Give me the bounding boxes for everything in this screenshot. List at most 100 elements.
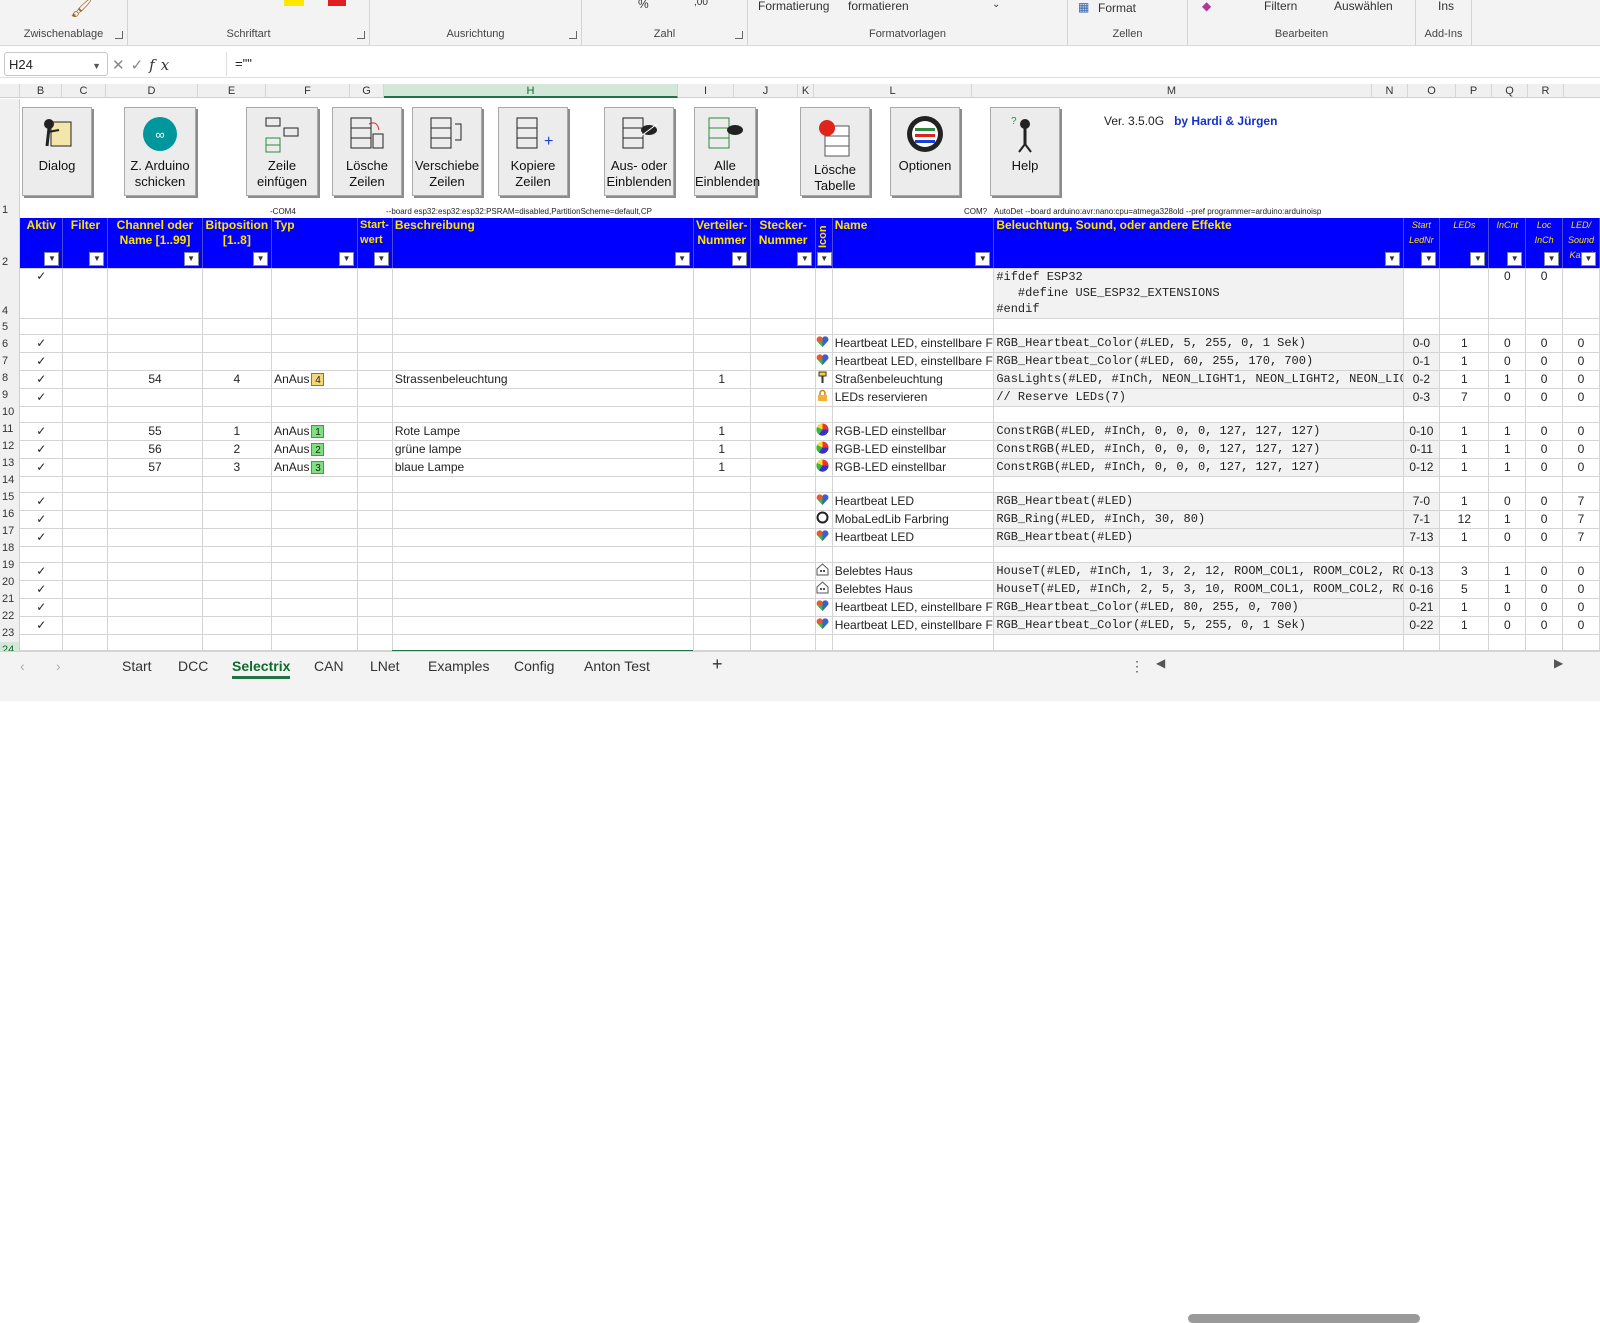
- cell-channel[interactable]: [107, 546, 203, 563]
- scroll-right-icon[interactable]: ▶: [1554, 656, 1563, 670]
- row-header[interactable]: 17: [0, 523, 20, 540]
- cell-led-sound[interactable]: [1562, 476, 1600, 493]
- cell-filter[interactable]: [62, 528, 109, 547]
- cell-start-led[interactable]: 7-0: [1403, 492, 1441, 511]
- cell-beschreibung[interactable]: [392, 510, 694, 529]
- cell-icon[interactable]: [815, 510, 833, 529]
- name-box[interactable]: H24 ▼: [4, 52, 108, 76]
- cell-leds[interactable]: 7: [1439, 388, 1490, 407]
- cell-bitposition[interactable]: [202, 616, 273, 635]
- cell-typ[interactable]: [271, 352, 359, 371]
- cell-channel[interactable]: 56: [107, 440, 203, 459]
- prev-sheet-icon[interactable]: ‹: [20, 658, 25, 674]
- cell-aktiv[interactable]: ✓: [20, 352, 64, 371]
- cell-beschreibung[interactable]: [392, 580, 694, 599]
- cell-start-led[interactable]: 0-2: [1403, 370, 1441, 389]
- cell-incnt[interactable]: 1: [1488, 458, 1527, 477]
- cell-filter[interactable]: [62, 388, 109, 407]
- cell-leds[interactable]: 1: [1439, 334, 1490, 353]
- cell-bitposition[interactable]: [202, 546, 273, 563]
- cell-aktiv[interactable]: ✓: [20, 440, 64, 459]
- cell-loc-inch[interactable]: 0: [1525, 492, 1564, 511]
- cell-bitposition[interactable]: [202, 476, 273, 493]
- cell-leds[interactable]: 1: [1439, 352, 1490, 371]
- cell-verteiler[interactable]: [693, 580, 751, 599]
- options-button[interactable]: Optionen: [890, 107, 960, 196]
- cell-bitposition[interactable]: 1: [202, 422, 273, 441]
- cell-start-led[interactable]: 0-11: [1403, 440, 1441, 459]
- cell-leds[interactable]: 3: [1439, 562, 1490, 581]
- cell-beschreibung[interactable]: [392, 528, 694, 547]
- cell-filter[interactable]: [62, 510, 109, 529]
- cell-icon[interactable]: [815, 616, 833, 635]
- cell-start-led[interactable]: 0-1: [1403, 352, 1441, 371]
- row-header[interactable]: 20: [0, 574, 20, 591]
- cell-stecker[interactable]: [750, 388, 817, 407]
- cell-startwert[interactable]: [357, 334, 393, 353]
- format-button[interactable]: Format: [1098, 1, 1136, 15]
- cell-led-sound[interactable]: 0: [1562, 422, 1600, 441]
- cell-led-sound[interactable]: 7: [1562, 528, 1600, 547]
- cell-beschreibung[interactable]: [392, 616, 694, 635]
- cell-leds[interactable]: [1439, 318, 1490, 335]
- cell-incnt[interactable]: 1: [1488, 370, 1527, 389]
- cell-led-sound[interactable]: 7: [1562, 510, 1600, 529]
- cell-bitposition[interactable]: [202, 492, 273, 511]
- cell-stecker[interactable]: [750, 616, 817, 635]
- column-header-i[interactable]: I: [678, 84, 734, 98]
- cell-beschreibung[interactable]: [392, 268, 694, 319]
- filter-dropdown-icon[interactable]: ▼: [253, 251, 269, 266]
- cell-bitposition[interactable]: 2: [202, 440, 273, 459]
- cell-aktiv[interactable]: [20, 634, 64, 651]
- select-all-corner[interactable]: [0, 84, 20, 98]
- sheet-tab[interactable]: DCC: [178, 658, 208, 674]
- cell-verteiler[interactable]: [693, 334, 751, 353]
- cell-stecker[interactable]: [750, 440, 817, 459]
- cell-aktiv[interactable]: [20, 318, 64, 335]
- cell-verteiler[interactable]: [693, 352, 751, 371]
- filter-dropdown-icon[interactable]: ▼: [797, 251, 813, 266]
- cancel-icon[interactable]: ✕: [112, 57, 131, 74]
- cell-filter[interactable]: [62, 546, 109, 563]
- cell-start-led[interactable]: 0-12: [1403, 458, 1441, 477]
- cell-name[interactable]: RGB-LED einstellbar: [832, 440, 995, 459]
- cell-leds[interactable]: 1: [1439, 616, 1490, 635]
- cell-stecker[interactable]: [750, 492, 817, 511]
- decimal-button[interactable]: ,00: [694, 0, 708, 8]
- cell-name[interactable]: LEDs reservieren: [832, 388, 995, 407]
- cell-led-sound[interactable]: 0: [1562, 388, 1600, 407]
- cell-name[interactable]: Heartbeat LED, einstellbare F: [832, 598, 995, 617]
- cell-startwert[interactable]: [357, 598, 393, 617]
- dialog-launcher-icon[interactable]: [735, 31, 743, 39]
- cell-incnt[interactable]: 0: [1488, 528, 1527, 547]
- cell-icon[interactable]: [815, 440, 833, 459]
- cell-channel[interactable]: [107, 352, 203, 371]
- cell-start-led[interactable]: 0-22: [1403, 616, 1441, 635]
- cell-incnt[interactable]: 1: [1488, 580, 1527, 599]
- cell-startwert[interactable]: [357, 440, 393, 459]
- cell-incnt[interactable]: 1: [1488, 562, 1527, 581]
- cell-aktiv[interactable]: ✓: [20, 580, 64, 599]
- cell-channel[interactable]: [107, 334, 203, 353]
- cell-icon[interactable]: [815, 352, 833, 371]
- cell-bitposition[interactable]: [202, 318, 273, 335]
- cell-effekt[interactable]: RGB_Heartbeat_Color(#LED, 5, 255, 0, 1 S…: [993, 616, 1404, 635]
- cell-channel[interactable]: 57: [107, 458, 203, 477]
- dialog-launcher-icon[interactable]: [115, 31, 123, 39]
- cell-leds[interactable]: 1: [1439, 440, 1490, 459]
- cell-led-sound[interactable]: 0: [1562, 580, 1600, 599]
- chevron-down-icon[interactable]: ⌄: [992, 0, 1000, 10]
- cell-channel[interactable]: [107, 528, 203, 547]
- column-header-d[interactable]: D: [106, 84, 198, 98]
- column-header-q[interactable]: Q: [1492, 84, 1528, 98]
- cell-filter[interactable]: [62, 334, 109, 353]
- cell-name[interactable]: Belebtes Haus: [832, 562, 995, 581]
- cell-effekt[interactable]: [993, 546, 1404, 563]
- cell-typ[interactable]: AnAus 2: [271, 440, 359, 459]
- cell-icon[interactable]: [815, 388, 833, 407]
- cell-loc-inch[interactable]: [1525, 406, 1564, 423]
- move-rows-button[interactable]: Verschiebe Zeilen: [412, 107, 482, 196]
- cell-verteiler[interactable]: [693, 406, 751, 423]
- cell-beschreibung[interactable]: [392, 352, 694, 371]
- cell-effekt[interactable]: GasLights(#LED, #InCh, NEON_LIGHT1, NEON…: [993, 370, 1404, 389]
